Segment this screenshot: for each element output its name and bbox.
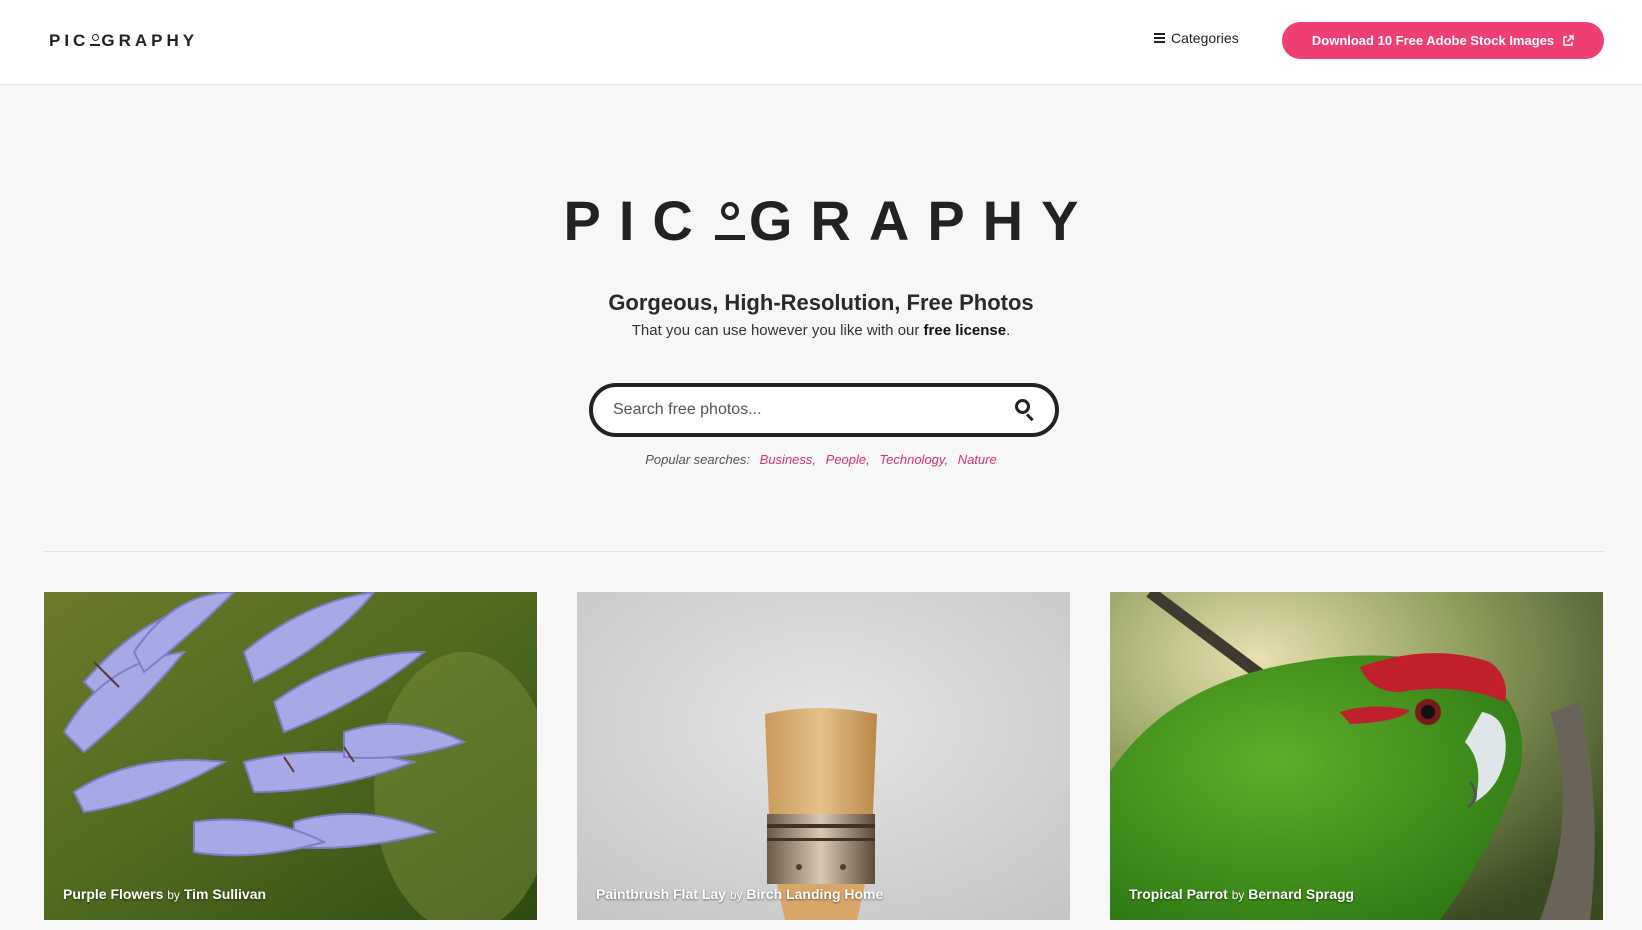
- hero-headline: Gorgeous, High-Resolution, Free Photos: [608, 290, 1034, 315]
- paintbrush-photo: [577, 592, 1070, 920]
- search-bar: [589, 383, 1059, 437]
- purple-flowers-photo: [44, 592, 537, 920]
- photo-caption: Purple Flowers by Tim Sullivan: [63, 886, 266, 902]
- popular-search-people[interactable]: People: [826, 452, 866, 467]
- popular-searches: Popular searches: Business, People, Tech…: [645, 452, 997, 467]
- photo-author: Tim Sullivan: [183, 886, 267, 902]
- logo-text-left: PIC: [49, 31, 90, 50]
- hero-logo-o-mark-icon: [714, 194, 745, 240]
- categories-label: Categories: [1171, 30, 1239, 46]
- hero-logo-right: GRAPHY: [748, 189, 1097, 252]
- top-navigation-bar: PIC GRAPHY Categories Download 10 Free Ad…: [0, 0, 1642, 85]
- photo-card-tropical-parrot[interactable]: Tropical Parrot by Bernard Spragg: [1110, 592, 1603, 920]
- photo-author: Bernard Spragg: [1248, 886, 1355, 902]
- search-icon[interactable]: [1013, 398, 1037, 422]
- photo-title: Paintbrush Flat Lay: [596, 886, 726, 902]
- hamburger-icon: [1154, 33, 1165, 43]
- popular-search-technology[interactable]: Technology: [879, 452, 944, 467]
- hero-subline: That you can use however you like with o…: [0, 322, 1642, 339]
- popular-searches-label: Popular searches:: [645, 452, 751, 467]
- section-divider: [44, 551, 1604, 552]
- photo-title: Purple Flowers: [63, 886, 164, 902]
- photo-card-purple-flowers[interactable]: Purple Flowers by Tim Sullivan: [44, 592, 537, 920]
- categories-menu-button[interactable]: Categories: [1154, 30, 1239, 46]
- photo-card-paintbrush[interactable]: Paintbrush Flat Lay by Birch Landing Hom…: [577, 592, 1070, 920]
- external-link-icon: [1563, 34, 1574, 46]
- photo-caption: Paintbrush Flat Lay by Birch Landing Hom…: [596, 886, 883, 902]
- free-license-link[interactable]: free license: [924, 322, 1007, 339]
- logo-o-mark-icon: [90, 32, 101, 46]
- tropical-parrot-photo: [1110, 592, 1603, 920]
- hero-logo-left: PIC: [563, 189, 711, 252]
- photo-by: by: [167, 888, 180, 902]
- download-adobe-stock-button[interactable]: Download 10 Free Adobe Stock Images: [1282, 22, 1604, 59]
- photo-author: Birch Landing Home: [746, 886, 884, 902]
- site-logo[interactable]: PIC GRAPHY: [49, 31, 198, 51]
- download-button-label: Download 10 Free Adobe Stock Images: [1311, 33, 1555, 48]
- photo-caption: Tropical Parrot by Bernard Spragg: [1129, 886, 1354, 902]
- photo-title: Tropical Parrot: [1129, 886, 1228, 902]
- logo-text-right: GRAPHY: [101, 31, 199, 50]
- photo-by: by: [729, 888, 743, 902]
- popular-search-business[interactable]: Business: [760, 452, 813, 467]
- subline-suffix: .: [1006, 322, 1011, 339]
- photo-by: by: [1231, 888, 1245, 902]
- hero-logo: PIC GRAPHY: [0, 188, 1642, 253]
- popular-search-nature[interactable]: Nature: [958, 452, 997, 467]
- search-input[interactable]: [613, 401, 1013, 419]
- subline-prefix: That you can use however you like with o…: [631, 322, 924, 339]
